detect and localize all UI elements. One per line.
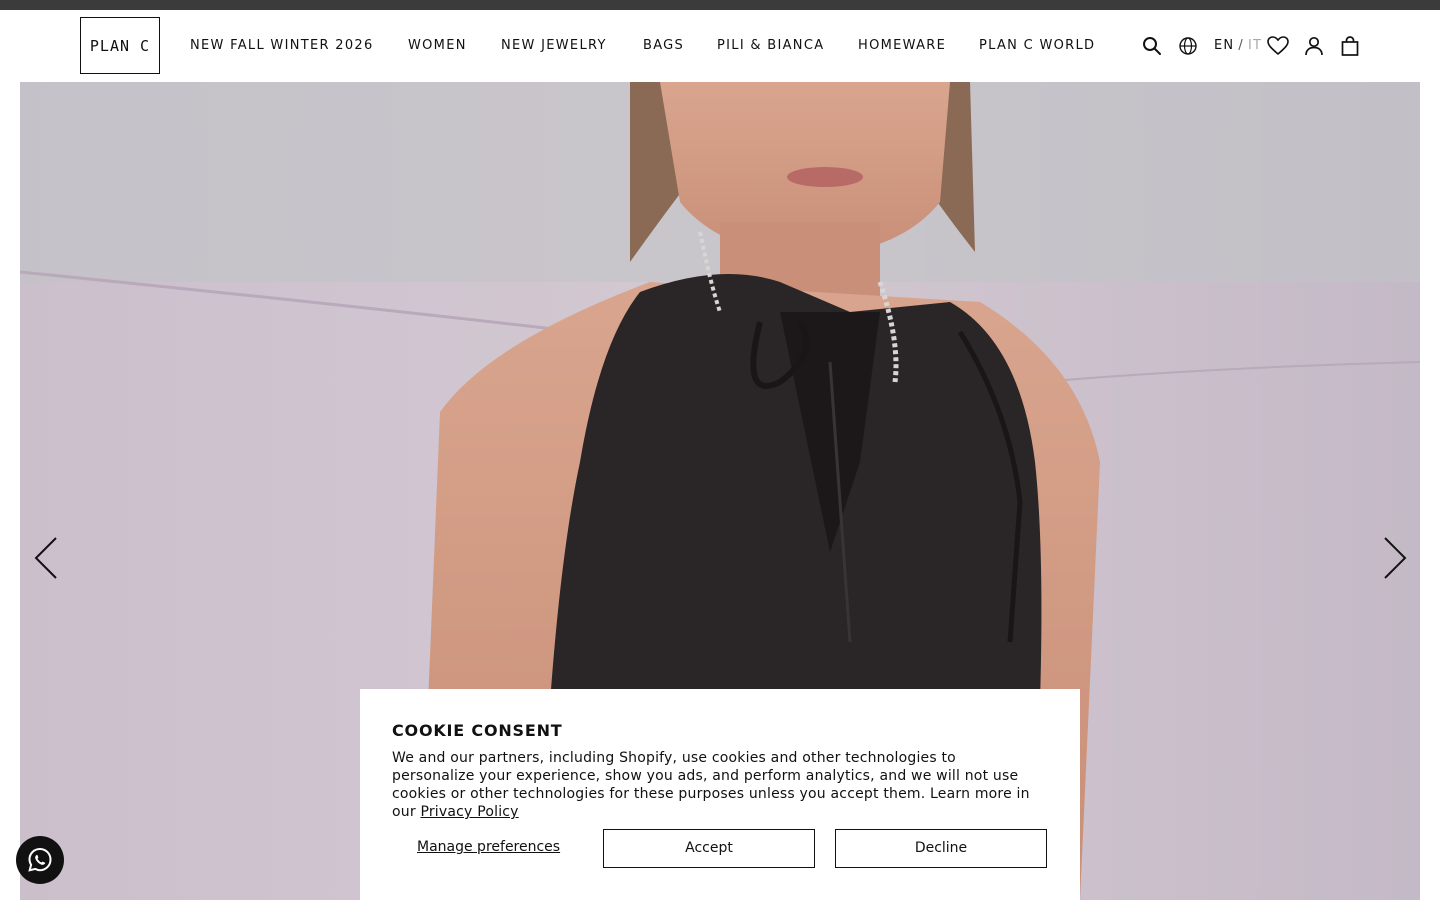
whatsapp-button[interactable] (16, 836, 64, 884)
top-bar (0, 0, 1440, 10)
bag-icon[interactable] (1339, 35, 1361, 57)
nav-item-women[interactable]: WOMEN (408, 38, 467, 53)
slide-next-button[interactable] (1380, 535, 1410, 581)
cookie-title: COOKIE CONSENT (392, 721, 563, 740)
nav-item-bags[interactable]: BAGS (643, 38, 684, 53)
chevron-right-icon (1384, 537, 1407, 579)
accept-button[interactable]: Accept (603, 829, 815, 868)
nav-item-plan-c-world[interactable]: PLAN C WORLD (979, 38, 1095, 53)
privacy-policy-link[interactable]: Privacy Policy (420, 804, 518, 820)
manage-preferences-link[interactable]: Manage preferences (417, 839, 560, 855)
cookie-body: We and our partners, including Shopify, … (392, 749, 1042, 821)
account-icon[interactable] (1303, 35, 1325, 57)
language-switcher[interactable]: EN / IT (1214, 38, 1262, 53)
whatsapp-icon (28, 847, 52, 872)
nav-item-new-jewelry[interactable]: NEW JEWELRY (501, 38, 607, 53)
globe-icon[interactable] (1177, 35, 1199, 57)
decline-button[interactable]: Decline (835, 829, 1047, 868)
lang-separator: / (1238, 38, 1244, 53)
nav-item-homeware[interactable]: HOMEWARE (858, 38, 946, 53)
cookie-consent-banner: COOKIE CONSENT We and our partners, incl… (360, 689, 1080, 900)
nav-item-pili-bianca[interactable]: PILI & BIANCA (717, 38, 824, 53)
logo[interactable]: PLAN C (80, 17, 160, 74)
chevron-left-icon (34, 537, 57, 579)
site-header: PLAN C NEW FALL WINTER 2026 WOMEN NEW JE… (0, 10, 1440, 82)
heart-icon[interactable] (1267, 35, 1289, 57)
nav-item-new-fall-winter-2026[interactable]: NEW FALL WINTER 2026 (190, 38, 374, 53)
lang-it[interactable]: IT (1248, 38, 1262, 53)
search-icon[interactable] (1141, 35, 1163, 57)
slide-prev-button[interactable] (31, 535, 61, 581)
lang-en[interactable]: EN (1214, 38, 1234, 53)
